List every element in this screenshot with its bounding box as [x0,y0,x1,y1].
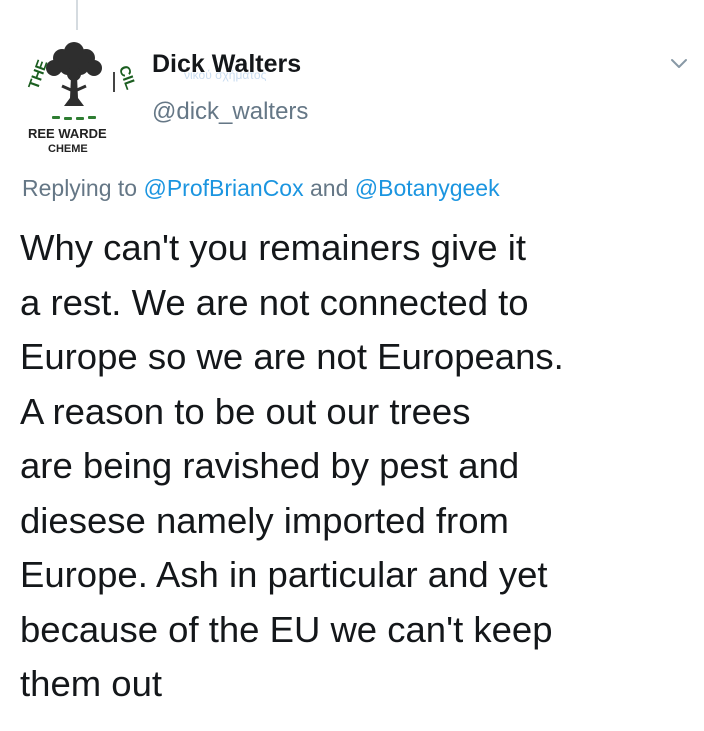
tweet-text-line: A reason to be out our trees [20,390,471,432]
thread-connector-line [76,0,78,30]
tweet-header: Dick Walters @dick_walters [152,44,308,128]
tweet-text-line: because of the EU we can't keep [20,608,553,650]
avatar-text-top-left: THE [25,58,51,92]
tweet-text-line: diesese namely imported from [20,499,509,541]
replying-prefix: Replying to [22,175,144,201]
tweet-text-line: Europe. Ash in particular and yet [20,554,548,595]
tweet-text-line: them out [20,663,163,704]
tweet-text-line: Europe so we are not Europeans. [20,336,564,377]
tweet-text-line: Why can't you remainers give it [20,227,526,268]
tree-logo-icon: THE CIL REE WARDE CHEME [25,42,136,154]
mention-link-1[interactable]: @ProfBrianCox [143,175,303,201]
tweet-text: Why can't you remainers give it a rest. … [20,221,690,712]
avatar-text-bottom-2: CHEME [48,143,88,154]
avatar-text-bottom-1: REE WARDE [28,126,107,141]
tweet-menu-button[interactable] [668,52,690,74]
replying-to-line: Replying to @ProfBrianCox and @Botanygee… [22,172,500,204]
avatar[interactable]: THE CIL REE WARDE CHEME [18,30,136,154]
replying-joiner: and [303,175,355,201]
mention-link-2[interactable]: @Botanygeek [355,175,500,201]
chevron-down-icon [671,59,687,68]
tweet-text-line: are being ravished by pest and [20,445,520,486]
avatar-text-top-right: CIL [115,63,136,92]
display-name[interactable]: Dick Walters [152,44,301,84]
tweet-text-line: a rest. We are not connected to [20,281,529,323]
user-handle[interactable]: @dick_walters [152,96,308,128]
